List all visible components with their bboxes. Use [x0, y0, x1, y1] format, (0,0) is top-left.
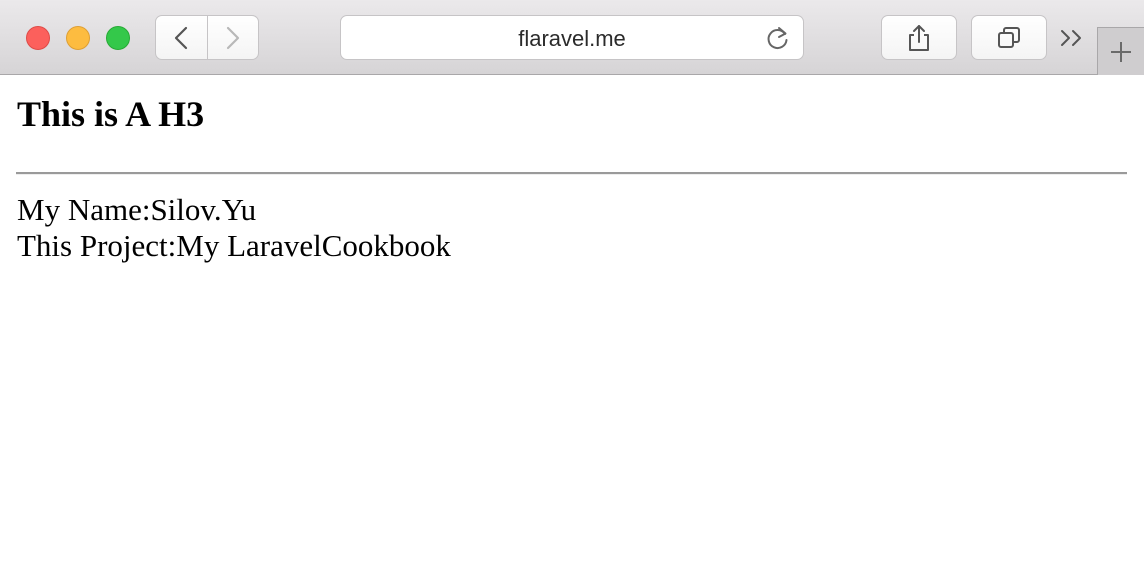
new-tab-button[interactable] [1097, 27, 1144, 75]
share-button[interactable] [881, 15, 957, 60]
show-all-tabs-button[interactable] [971, 15, 1047, 60]
forward-button[interactable] [206, 16, 259, 59]
close-window-button[interactable] [26, 26, 50, 50]
reload-icon[interactable] [765, 25, 791, 51]
page-heading: This is A H3 [17, 94, 205, 134]
project-text: This Project:My LaravelCookbook [17, 228, 451, 263]
address-bar[interactable]: flaravel.me [340, 15, 804, 60]
chevron-left-icon [175, 26, 188, 49]
plus-icon [1111, 41, 1131, 62]
page-content: This is A H3 My Name:Silov.Yu This Proje… [0, 76, 1144, 568]
double-chevron-right-icon[interactable] [1058, 26, 1086, 50]
browser-toolbar: flaravel.me [0, 0, 1144, 75]
horizontal-rule [16, 172, 1127, 175]
tabs-overview-icon [998, 26, 1020, 48]
address-url[interactable]: flaravel.me [341, 26, 803, 52]
share-icon [909, 24, 929, 51]
minimize-window-button[interactable] [66, 26, 90, 50]
name-text: My Name:Silov.Yu [17, 192, 257, 227]
zoom-window-button[interactable] [106, 26, 130, 50]
browser-window: flaravel.me This is A H3 My Name:Silov.Y… [0, 0, 1144, 568]
chevron-right-icon [226, 26, 239, 49]
back-button[interactable] [156, 16, 207, 59]
navigation-buttons [155, 15, 259, 60]
